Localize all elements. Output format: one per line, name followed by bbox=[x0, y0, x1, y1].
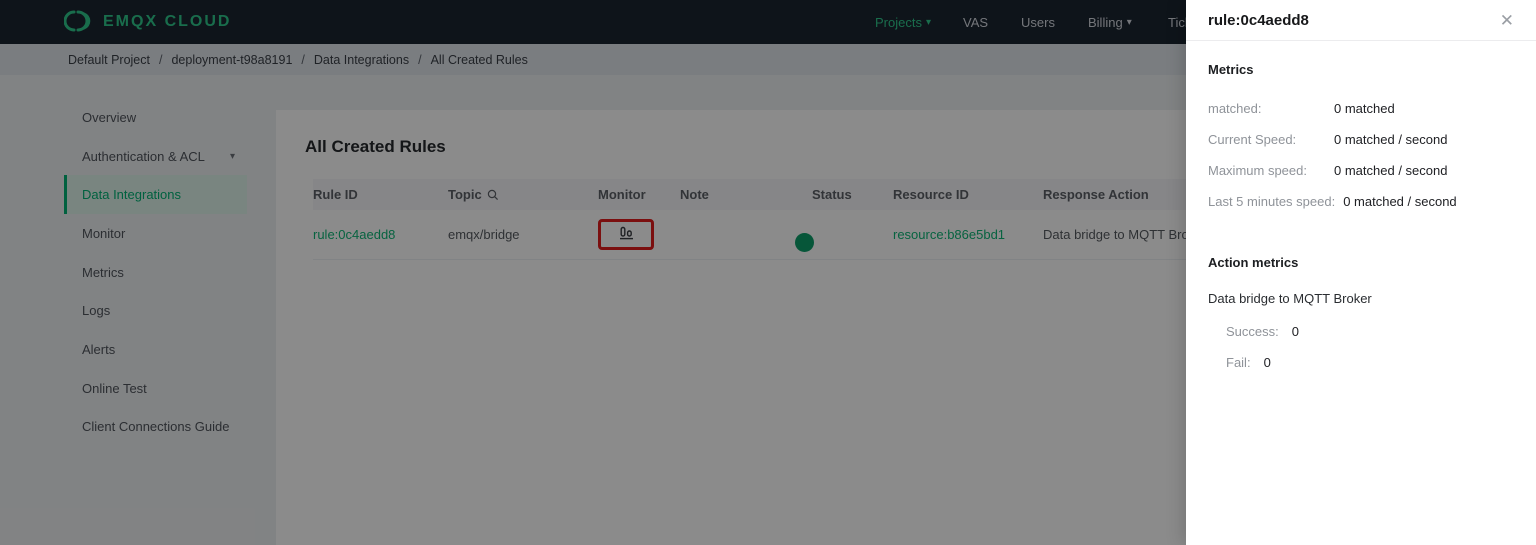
metric-value: 0 matched / second bbox=[1334, 132, 1448, 147]
metrics-section-heading: Metrics bbox=[1208, 62, 1254, 77]
metric-value: 0 bbox=[1263, 355, 1271, 370]
bridge-name: Data bridge to MQTT Broker bbox=[1208, 291, 1372, 306]
action-metrics-heading: Action metrics bbox=[1208, 255, 1299, 270]
metric-row-current-speed: Current Speed: 0 matched / second bbox=[1208, 131, 1516, 149]
metric-row-fail: Fail: 0 bbox=[1226, 354, 1516, 372]
metric-row-maximum-speed: Maximum speed: 0 matched / second bbox=[1208, 162, 1516, 180]
metric-value: 0 matched / second bbox=[1334, 163, 1448, 178]
metric-label: matched: bbox=[1208, 101, 1262, 116]
metric-row-success: Success: 0 bbox=[1226, 323, 1516, 341]
metric-label: Maximum speed: bbox=[1208, 163, 1307, 178]
metric-value: 0 matched / second bbox=[1343, 194, 1457, 209]
metric-label: Current Speed: bbox=[1208, 132, 1297, 147]
metric-value: 0 bbox=[1291, 324, 1299, 339]
action-metrics-rows: Success: 0 Fail: 0 bbox=[1208, 323, 1516, 372]
metric-value: 0 matched bbox=[1334, 101, 1395, 116]
metric-row-matched: matched: 0 matched bbox=[1208, 100, 1516, 118]
metric-label: Fail: bbox=[1226, 355, 1251, 370]
drawer-header: rule:0c4aedd8 ✕ bbox=[1186, 0, 1536, 41]
drawer-body: Metrics matched: 0 matched Current Speed… bbox=[1186, 41, 1536, 372]
action-metrics-section: Action metrics Data bridge to MQTT Broke… bbox=[1208, 255, 1516, 372]
rule-metrics-drawer: rule:0c4aedd8 ✕ Metrics matched: 0 match… bbox=[1186, 0, 1536, 545]
metric-label: Success: bbox=[1226, 324, 1279, 339]
metrics-rows: matched: 0 matched Current Speed: 0 matc… bbox=[1208, 100, 1516, 211]
drawer-title: rule:0c4aedd8 bbox=[1208, 11, 1309, 29]
close-icon[interactable]: ✕ bbox=[1500, 12, 1514, 29]
metric-label: Last 5 minutes speed: bbox=[1208, 194, 1336, 209]
metric-row-last-5-minutes-speed: Last 5 minutes speed: 0 matched / second bbox=[1208, 193, 1516, 211]
